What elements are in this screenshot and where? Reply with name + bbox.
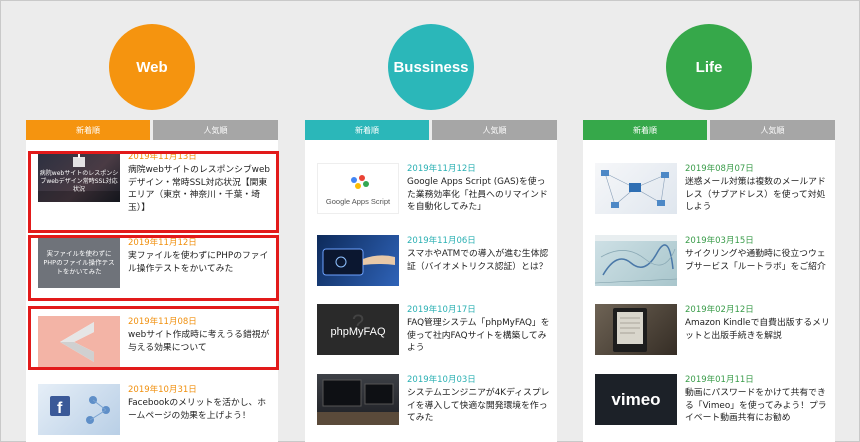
category-life-circle[interactable]: Life (666, 24, 752, 110)
article-title[interactable]: FAQ管理システム「phpMyFAQ」を使って社内FAQサイトを構築してみよう (407, 317, 553, 355)
article-date: 2019年11月12日 (128, 238, 197, 248)
article-item[interactable]: Google Apps Script 2019年11月12日 Google Ap… (305, 156, 557, 224)
vimeo-logo-icon: vimeo (611, 390, 661, 409)
article-item[interactable]: 2019年02月12日 Amazon Kindleで自費出版するメリットと出版手… (583, 297, 835, 365)
tab-popular[interactable]: 人気順 (710, 120, 835, 140)
article-thumbnail: 病院webサイトのレスポンシブwebデザイン常時SSL対応状況 (38, 151, 120, 202)
article-item[interactable]: f 2019年10月31日 Facebookのメリットを活かし、ホームページの効… (26, 377, 278, 442)
article-item[interactable]: vimeo 2019年01月11日 動画にパスワードをかけて共有できる「Vime… (583, 367, 835, 435)
article-item[interactable]: 病院webサイトのレスポンシブwebデザイン常時SSL対応状況 2019年11月… (26, 144, 278, 214)
tab-newest[interactable]: 新着順 (26, 120, 150, 140)
article-title[interactable]: 病院webサイトのレスポンシブwebデザイン・常時SSL対応状況【関東エリア（東… (128, 164, 274, 214)
article-date: 2019年01月11日 (685, 375, 754, 385)
svg-text:f: f (57, 400, 63, 417)
article-list: Google Apps Script 2019年11月12日 Google Ap… (305, 140, 557, 442)
route-map-icon (595, 235, 677, 284)
article-title[interactable]: スマホやATMでの導入が進む生体認証（バイオメトリクス認証）とは？ (407, 248, 553, 273)
article-item[interactable]: ? phpMyFAQ 2019年10月17日 FAQ管理システム「phpMyFA… (305, 297, 557, 365)
article-title[interactable]: 実ファイルを使わずにPHPのファイル操作テストをかいてみた (128, 250, 274, 275)
article-thumbnail (38, 316, 120, 367)
article-date: 2019年10月31日 (128, 385, 197, 395)
thumbnail-caption: 病院webサイトのレスポンシブwebデザイン常時SSL対応状況 (39, 169, 119, 193)
category-label: Web (136, 58, 168, 76)
category-label: Life (695, 58, 723, 76)
article-thumbnail: 実ファイルを使わずにPHPのファイル操作テストをかいてみた (38, 237, 120, 288)
kindle-device-icon (613, 308, 647, 352)
article-date: 2019年11月06日 (407, 236, 476, 246)
tab-popular[interactable]: 人気順 (153, 120, 278, 140)
article-date: 2019年10月17日 (407, 305, 476, 315)
optical-illusion-icon (60, 322, 94, 362)
article-title[interactable]: Amazon Kindleで自費出版するメリットと出版手続きを解説 (685, 317, 831, 342)
article-item[interactable]: 実ファイルを使わずにPHPのファイル操作テストをかいてみた 2019年11月12… (26, 230, 278, 298)
article-item[interactable]: 2019年08月07日 迷惑メール対策は複数のメールアドレス（サブアドレス）を使… (583, 156, 835, 224)
monitor-desk-icon (317, 379, 399, 425)
article-date: 2019年08月07日 (685, 164, 754, 174)
article-thumbnail (317, 235, 399, 286)
article-thumbnail: vimeo (595, 374, 677, 425)
article-date: 2019年10月03日 (407, 375, 476, 385)
article-item[interactable]: 2019年03月15日 サイクリングや通勤時に役立つウェブサービス「ルートラボ」… (583, 228, 835, 296)
article-item[interactable]: 2019年11月08日 webサイト作成時に考えうる錯視が与える効果について (26, 309, 278, 377)
thumbnail-caption: 実ファイルを使わずにPHPのファイル操作テストをかいてみた (43, 249, 115, 275)
article-date: 2019年02月12日 (685, 305, 754, 315)
category-label: Bussiness (393, 58, 469, 76)
sort-tabs: 新着順 人気順 (305, 120, 557, 140)
article-title[interactable]: システムエンジニアが4Kディスプレイを導入して快適な開発環境を作ってみた (407, 387, 553, 425)
article-item[interactable]: 2019年10月03日 システムエンジニアが4Kディスプレイを導入して快適な開発… (305, 367, 557, 435)
article-thumbnail (595, 304, 677, 355)
article-list: 病院webサイトのレスポンシブwebデザイン常時SSL対応状況 2019年11月… (26, 140, 278, 442)
category-business-circle[interactable]: Bussiness (388, 24, 474, 110)
article-thumbnail: f (38, 384, 120, 435)
tab-popular[interactable]: 人気順 (432, 120, 557, 140)
sort-tabs: 新着順 人気順 (583, 120, 835, 140)
article-title[interactable]: 動画にパスワードをかけて共有できる「Vimeo」を使ってみよう！プライベート動画… (685, 387, 831, 425)
category-web-circle[interactable]: Web (109, 24, 195, 110)
thumbnail-caption: Google Apps Script (325, 197, 391, 206)
article-thumbnail: ? phpMyFAQ (317, 304, 399, 355)
google-apps-script-icon (351, 175, 369, 189)
article-title[interactable]: 迷惑メール対策は複数のメールアドレス（サブアドレス）を使って対処しよう (685, 176, 831, 214)
article-title[interactable]: webサイト作成時に考えうる錯視が与える効果について (128, 329, 274, 354)
article-item[interactable]: 2019年11月06日 スマホやATMでの導入が進む生体認証（バイオメトリクス認… (305, 228, 557, 296)
article-list: 2019年08月07日 迷惑メール対策は複数のメールアドレス（サブアドレス）を使… (583, 140, 835, 442)
fingerprint-hand-icon (322, 248, 395, 276)
article-title[interactable]: サイクリングや通勤時に役立つウェブサービス「ルートラボ」をご紹介 (685, 248, 831, 273)
thumbnail-caption: phpMyFAQ (330, 326, 386, 338)
article-title[interactable]: Facebookのメリットを活かし、ホームページの効果を上げよう！ (128, 397, 274, 422)
article-date: 2019年11月12日 (407, 164, 476, 174)
article-thumbnail (595, 163, 677, 214)
article-date: 2019年11月08日 (128, 317, 197, 327)
email-network-icon (601, 170, 669, 208)
article-date: 2019年03月15日 (685, 236, 754, 246)
article-thumbnail (595, 235, 677, 286)
article-thumbnail (317, 374, 399, 425)
article-thumbnail: Google Apps Script (317, 163, 399, 214)
tab-newest[interactable]: 新着順 (583, 120, 707, 140)
article-title[interactable]: Google Apps Script (GAS)を使った業務効率化「社員へのリマ… (407, 176, 553, 214)
sort-tabs: 新着順 人気順 (26, 120, 278, 140)
article-date: 2019年11月13日 (128, 152, 197, 162)
tab-newest[interactable]: 新着順 (305, 120, 429, 140)
